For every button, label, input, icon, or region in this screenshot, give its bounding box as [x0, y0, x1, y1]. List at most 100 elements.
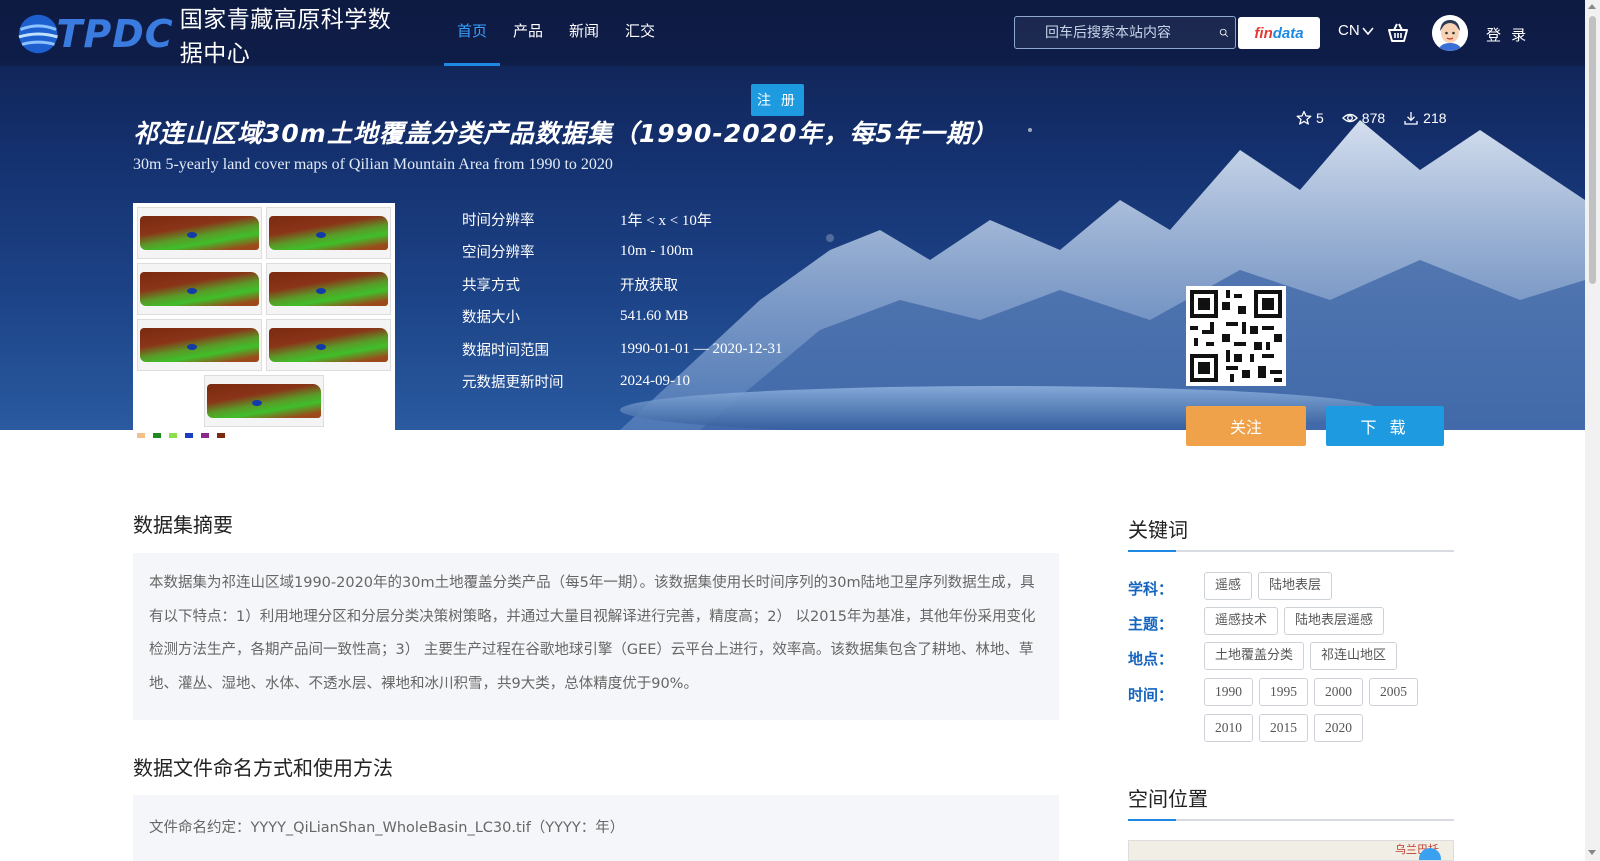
keyword-label: 地点： [1128, 650, 1174, 668]
keyword-group-subject: 学科： 遥感 陆地表层 [1128, 572, 1454, 600]
site-logo[interactable]: TPDC 国家青藏高原科学数据中心 [16, 4, 396, 67]
cart-icon[interactable] [1386, 21, 1410, 45]
view-count: 878 [1341, 110, 1386, 126]
abstract-title: 数据集摘要 [133, 513, 233, 537]
meta-row: 数据时间范围 1990-01-01 — 2020-12-31 [462, 333, 782, 366]
keyword-group-time: 时间： 1990 1995 2000 2005 2010 2015 2020 [1128, 678, 1424, 742]
meta-row: 元数据更新时间 2024-09-10 [462, 366, 782, 399]
keyword-tag[interactable]: 祁连山地区 [1310, 642, 1398, 670]
scroll-up-icon[interactable] [1588, 4, 1596, 9]
naming-panel: 文件命名约定：YYYY_QiLianShan_WholeBasin_LC30.t… [133, 795, 1059, 861]
nav-item-submit[interactable]: 汇交 [612, 0, 668, 66]
download-icon [1404, 112, 1418, 125]
keyword-label: 主题： [1128, 615, 1174, 633]
meta-value: 1990-01-01 — 2020-12-31 [620, 340, 783, 357]
search-input[interactable] [1015, 24, 1219, 41]
meta-value: 10m - 100m [620, 243, 694, 260]
naming-title: 数据文件命名方式和使用方法 [133, 756, 393, 780]
user-avatar-icon [1432, 15, 1468, 51]
meta-row: 空间分辨率 10m - 100m [462, 236, 782, 269]
eye-icon [1341, 113, 1358, 123]
keyword-tag[interactable]: 2005 [1369, 678, 1418, 706]
keyword-tag[interactable]: 2020 [1314, 714, 1363, 742]
dataset-title-en: 30m 5-yearly land cover maps of Qilian M… [133, 156, 613, 173]
search-box [1014, 16, 1236, 49]
thumbnail-legend [137, 433, 391, 438]
register-button[interactable]: 注 册 [751, 84, 804, 116]
view-count-value: 878 [1361, 110, 1386, 126]
thumbnail-map [137, 207, 262, 259]
nav-item-home[interactable]: 首页 [444, 0, 501, 66]
keyword-label: 学科： [1128, 580, 1174, 598]
scrollbar-thumb[interactable] [1589, 16, 1596, 284]
findata-link[interactable]: fin data [1238, 17, 1320, 49]
dataset-thumbnail[interactable] [133, 203, 395, 438]
download-count-value: 218 [1423, 110, 1447, 126]
thumbnail-map [266, 207, 391, 259]
meta-key: 共享方式 [462, 277, 520, 294]
keyword-group-theme: 主题： 遥感技术 陆地表层遥感 [1128, 607, 1454, 635]
language-switch[interactable]: CN [1338, 22, 1374, 39]
main-nav: 首页 产品 新闻 汇交 [444, 0, 668, 66]
meta-row: 数据大小 541.60 MB [462, 301, 782, 334]
meta-key: 时间分辨率 [462, 212, 535, 229]
naming-text: 文件命名约定：YYYY_QiLianShan_WholeBasin_LC30.t… [149, 820, 625, 836]
download-count: 218 [1403, 110, 1447, 126]
star-icon [1296, 110, 1312, 125]
follow-button[interactable]: 关注 [1186, 406, 1306, 446]
search-icon[interactable] [1219, 21, 1229, 45]
findata-logo-part1: fin [1254, 24, 1273, 42]
keyword-tag[interactable]: 陆地表层 [1258, 572, 1333, 600]
thumbnail-map [137, 319, 262, 371]
meta-value: 1年 < x < 10年 [620, 212, 712, 229]
keyword-tag[interactable]: 2015 [1259, 714, 1308, 742]
keyword-tag[interactable]: 1995 [1259, 678, 1308, 706]
dataset-title-cn: 祁连山区域30m土地覆盖分类产品数据集（1990-2020年，每5年一期） [133, 119, 998, 148]
dataset-stats: 5 878 218 [1296, 110, 1465, 126]
logo-letters: TPDC [56, 12, 174, 56]
user-avatar[interactable] [1432, 15, 1468, 51]
thumbnail-map [266, 263, 391, 315]
meta-row: 共享方式 开放获取 [462, 268, 782, 301]
dataset-metadata: 时间分辨率 1年 < x < 10年 空间分辨率 10m - 100m 共享方式 开放… [462, 203, 782, 398]
login-link[interactable]: 登 录 [1486, 24, 1529, 45]
site-name: 国家青藏高原科学数据中心 [179, 7, 392, 67]
keyword-tag[interactable]: 土地覆盖分类 [1204, 642, 1305, 670]
keyword-tag[interactable]: 1990 [1204, 678, 1253, 706]
star-count[interactable]: 5 [1296, 110, 1324, 126]
keyword-tag[interactable]: 2000 [1314, 678, 1363, 706]
spatial-map[interactable]: 乌兰巴托 [1128, 840, 1454, 861]
keyword-tag[interactable]: 遥感 [1204, 572, 1253, 600]
keyword-tag[interactable]: 2010 [1204, 714, 1253, 742]
spatial-title: 空间位置 [1128, 783, 1454, 821]
meta-key: 数据时间范围 [462, 342, 549, 359]
keywords-title: 关键词 [1128, 514, 1454, 552]
scroll-down-icon[interactable] [1588, 850, 1596, 855]
abstract-text: 本数据集为祁连山区域1990-2020年的30m土地覆盖分类产品（每5年一期）。… [149, 575, 1036, 692]
star-count-value: 5 [1316, 110, 1324, 126]
meta-value: 2024-09-10 [620, 373, 690, 390]
nav-item-news[interactable]: 新闻 [556, 0, 612, 66]
meta-row: 时间分辨率 1年 < x < 10年 [462, 203, 782, 236]
keyword-group-place: 地点： 土地覆盖分类 祁连山地区 [1128, 642, 1454, 670]
meta-key: 数据大小 [462, 310, 520, 327]
keyword-label: 时间： [1128, 686, 1174, 704]
page-scrollbar[interactable] [1585, 0, 1600, 861]
nav-item-products[interactable]: 产品 [500, 0, 556, 66]
globe-logo-icon [18, 14, 58, 54]
download-button[interactable]: 下 载 [1326, 406, 1444, 446]
chevron-down-icon [1362, 26, 1374, 35]
keyword-tag[interactable]: 陆地表层遥感 [1284, 607, 1385, 635]
meta-value: 开放获取 [620, 277, 678, 294]
qr-code [1186, 286, 1286, 386]
keyword-tag[interactable]: 遥感技术 [1204, 607, 1279, 635]
meta-value: 541.60 MB [620, 308, 689, 325]
abstract-panel: 本数据集为祁连山区域1990-2020年的30m土地覆盖分类产品（每5年一期）。… [133, 553, 1059, 720]
thumbnail-map [137, 263, 262, 315]
thumbnail-map [266, 319, 391, 371]
thumbnail-map [204, 375, 324, 427]
language-label: CN [1338, 22, 1360, 39]
meta-key: 元数据更新时间 [462, 375, 564, 392]
meta-key: 空间分辨率 [462, 245, 535, 262]
findata-logo-part2: data [1272, 24, 1304, 42]
